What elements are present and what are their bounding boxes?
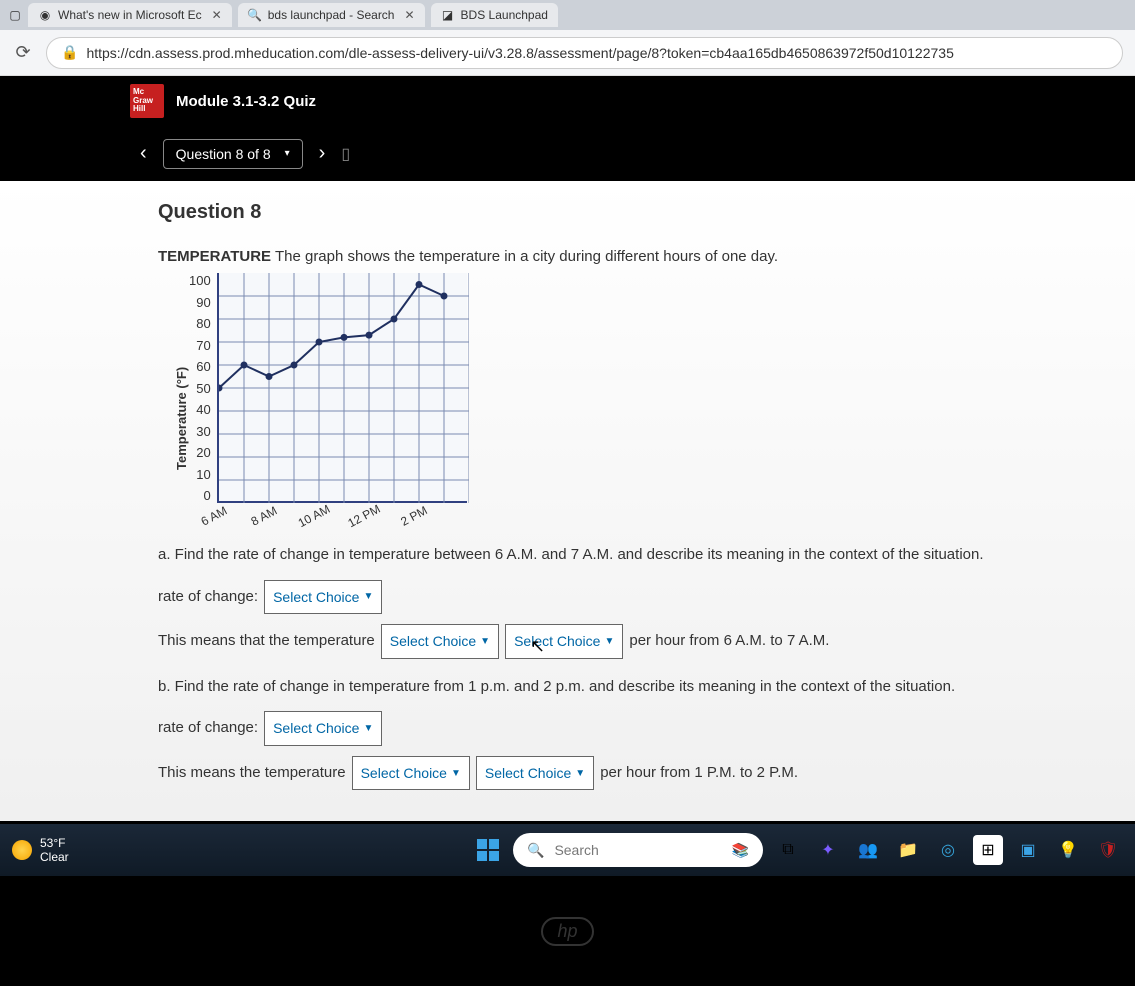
assessment-header: McGrawHill Module 3.1-3.2 Quiz (0, 76, 1135, 126)
search-placeholder: Search (554, 842, 598, 858)
question-selector[interactable]: Question 8 of 8 ▾ (163, 139, 303, 169)
file-explorer-icon[interactable]: 📁 (893, 835, 923, 865)
weather-widget[interactable]: 53°F Clear (12, 836, 69, 865)
temperature-chart: Temperature (°F) 1009080706050403020100 (170, 273, 1105, 523)
edge-icon: ◉ (38, 8, 52, 22)
app-icon[interactable]: ▣ (1013, 835, 1043, 865)
chevron-down-icon: ▼ (575, 764, 585, 783)
lock-icon: 🔒 (61, 44, 78, 61)
prev-question-icon[interactable]: ‹ (140, 142, 147, 165)
tab-label: What's new in Microsoft Ec (58, 8, 202, 22)
hp-logo: hp (541, 917, 593, 946)
tips-icon[interactable]: 💡 (1053, 835, 1083, 865)
weather-temp: 53°F (40, 836, 69, 850)
question-counter: Question 8 of 8 (176, 146, 271, 162)
next-question-icon[interactable]: › (319, 142, 326, 165)
question-title: Question 8 (158, 201, 1105, 224)
direction-a-select[interactable]: Select Choice▼ (381, 624, 499, 659)
chart-plot-area (217, 273, 467, 503)
search-icon: 🔍 (527, 842, 544, 859)
rate-of-change-a-select[interactable]: Select Choice▼ (264, 580, 382, 615)
direction-b-select[interactable]: Select Choice▼ (352, 756, 470, 791)
browser-tab[interactable]: 🔍 bds launchpad - Search ✕ (238, 3, 425, 27)
laptop-bezel: hp (0, 876, 1135, 986)
taskbar-search[interactable]: 🔍 Search 📚 (513, 833, 763, 867)
teams-icon[interactable]: 👥 (853, 835, 883, 865)
x-axis-ticks: 6 AM8 AM10 AM12 PM2 PM (189, 509, 467, 523)
address-bar: ⟳ 🔒 https://cdn.assess.prod.mheducation.… (0, 30, 1135, 76)
browser-tab[interactable]: ◪ BDS Launchpad (431, 3, 558, 27)
chevron-down-icon: ▼ (363, 719, 373, 738)
weather-cond: Clear (40, 850, 69, 864)
store-icon[interactable]: ⊞ (973, 835, 1003, 865)
url-text: https://cdn.assess.prod.mheducation.com/… (86, 45, 953, 61)
chevron-down-icon: ▾ (285, 148, 290, 159)
question-body: a. Find the rate of change in temperatur… (158, 541, 1105, 790)
part-b-meaning-row: This means the temperature Select Choice… (158, 756, 1105, 791)
browser-tab-strip: ▢ ◉ What's new in Microsoft Ec ✕ 🔍 bds l… (0, 0, 1135, 30)
browser-tab[interactable]: ◉ What's new in Microsoft Ec ✕ (28, 3, 232, 27)
reload-icon[interactable]: ⟳ (12, 42, 34, 63)
books-icon: 📚 (732, 842, 749, 859)
search-icon: 🔍 (248, 8, 262, 22)
close-icon[interactable]: ✕ (404, 8, 414, 22)
url-input[interactable]: 🔒 https://cdn.assess.prod.mheducation.co… (46, 37, 1123, 69)
part-b-prompt: b. Find the rate of change in temperatur… (158, 673, 1105, 702)
windows-taskbar: 53°F Clear 🔍 Search 📚 ⧉ ✦ 👥 📁 ◎ ⊞ ▣ 💡 🛡 (0, 824, 1135, 876)
module-title: Module 3.1-3.2 Quiz (176, 93, 316, 110)
windows-icon (477, 839, 499, 861)
question-prompt: TEMPERATURE The graph shows the temperat… (158, 248, 1105, 265)
chevron-down-icon: ▼ (480, 632, 490, 651)
mcgraw-hill-logo: McGrawHill (130, 84, 164, 118)
copilot-icon[interactable]: ✦ (813, 835, 843, 865)
close-icon[interactable]: ✕ (212, 8, 222, 22)
question-nav-bar: ‹ Question 8 of 8 ▾ › ▯ (0, 126, 1135, 181)
rate-of-change-b-select[interactable]: Select Choice▼ (264, 711, 382, 746)
part-a-rate-row: rate of change: Select Choice▼ (158, 580, 1105, 615)
y-axis-ticks: 1009080706050403020100 (189, 273, 217, 503)
tab-favicon: ▢ (8, 8, 22, 22)
tab-label: BDS Launchpad (461, 8, 548, 22)
task-view-icon[interactable]: ⧉ (773, 835, 803, 865)
bookmark-icon[interactable]: ▯ (341, 144, 350, 164)
chevron-down-icon: ▼ (604, 632, 614, 651)
mcafee-icon[interactable]: 🛡 (1093, 835, 1123, 865)
part-a-meaning-row: This means that the temperature Select C… (158, 624, 1105, 659)
y-axis-label: Temperature (°F) (170, 273, 189, 523)
start-button[interactable] (473, 835, 503, 865)
amount-b-select[interactable]: Select Choice▼ (476, 756, 594, 791)
part-a-prompt: a. Find the rate of change in temperatur… (158, 541, 1105, 570)
sun-icon (12, 840, 32, 860)
chevron-down-icon: ▼ (363, 587, 373, 606)
part-b-rate-row: rate of change: Select Choice▼ (158, 711, 1105, 746)
site-icon: ◪ (441, 8, 455, 22)
amount-a-select[interactable]: Select Choice▼ (505, 624, 623, 659)
tab-label: bds launchpad - Search (268, 8, 395, 22)
edge-icon[interactable]: ◎ (933, 835, 963, 865)
chevron-down-icon: ▼ (451, 764, 461, 783)
question-content: Question 8 TEMPERATURE The graph shows t… (0, 181, 1135, 821)
